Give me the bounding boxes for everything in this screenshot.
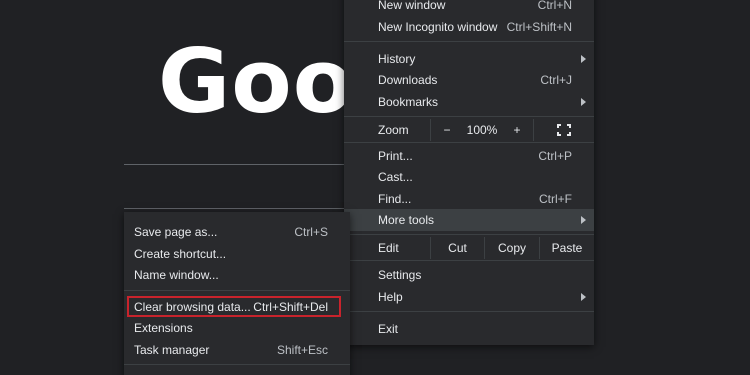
menu-item-label: Name window... xyxy=(134,267,219,282)
submenu-item-create-shortcut[interactable]: Create shortcut... xyxy=(124,243,350,264)
zoom-level: 100% xyxy=(466,123,498,137)
menu-separator xyxy=(344,116,594,117)
menu-item-history[interactable]: History xyxy=(344,48,594,69)
menu-item-label: Cast... xyxy=(378,169,413,184)
menu-item-label: Print... xyxy=(378,148,413,163)
menu-item-more-tools[interactable]: More tools xyxy=(344,209,594,231)
menu-item-label: Extensions xyxy=(134,320,193,335)
menu-item-label: New Incognito window xyxy=(378,19,498,34)
divider xyxy=(124,208,354,209)
menu-item-new-incognito-window[interactable]: New Incognito window Ctrl+Shift+N xyxy=(344,16,594,37)
submenu-item-task-manager[interactable]: Task manager Shift+Esc xyxy=(124,339,350,360)
submenu-item-name-window[interactable]: Name window... xyxy=(124,264,350,285)
zoom-out-button[interactable]: − xyxy=(431,118,463,142)
menu-item-new-window[interactable]: New window Ctrl+N xyxy=(344,0,594,15)
menu-separator xyxy=(344,311,594,312)
menu-item-label: Find... xyxy=(378,191,412,206)
menu-item-print[interactable]: Print... Ctrl+P xyxy=(344,145,594,166)
edit-row: Edit Cut Copy Paste xyxy=(344,236,594,260)
menu-item-shortcut: Ctrl+J xyxy=(540,72,572,87)
menu-item-label: Clear browsing data... xyxy=(134,299,251,314)
zoom-label: Zoom xyxy=(378,123,409,137)
copy-button[interactable]: Copy xyxy=(485,236,539,260)
menu-item-label: Task manager xyxy=(134,342,210,357)
menu-item-find[interactable]: Find... Ctrl+F xyxy=(344,188,594,209)
menu-item-label: Downloads xyxy=(378,72,438,87)
menu-item-exit[interactable]: Exit xyxy=(344,318,594,339)
menu-separator xyxy=(124,290,350,291)
menu-item-label: Help xyxy=(378,289,403,304)
paste-button[interactable]: Paste xyxy=(540,236,594,260)
edit-label: Edit xyxy=(378,241,399,255)
submenu-item-extensions[interactable]: Extensions xyxy=(124,317,350,338)
menu-item-label: Create shortcut... xyxy=(134,246,227,261)
menu-item-shortcut: Ctrl+N xyxy=(537,0,572,12)
menu-item-downloads[interactable]: Downloads Ctrl+J xyxy=(344,69,594,90)
zoom-in-button[interactable]: + xyxy=(501,118,533,142)
menu-separator xyxy=(344,260,594,261)
menu-item-cast[interactable]: Cast... xyxy=(344,166,594,187)
menu-item-shortcut: Ctrl+Shift+Del xyxy=(253,299,328,314)
menu-item-label: Bookmarks xyxy=(378,94,439,109)
menu-item-shortcut: Ctrl+F xyxy=(539,191,572,206)
menu-separator xyxy=(344,142,594,143)
zoom-row: Zoom − 100% + xyxy=(344,118,594,142)
chevron-right-icon xyxy=(581,216,586,224)
menu-item-bookmarks[interactable]: Bookmarks xyxy=(344,91,594,112)
fullscreen-icon xyxy=(557,124,571,136)
menu-item-shortcut: Ctrl+S xyxy=(294,224,328,239)
more-tools-submenu: Save page as... Ctrl+S Create shortcut..… xyxy=(124,212,350,375)
menu-item-shortcut: Ctrl+Shift+N xyxy=(506,19,572,34)
menu-item-shortcut: Shift+Esc xyxy=(276,342,328,357)
menu-item-label: History xyxy=(378,51,416,66)
menu-separator xyxy=(344,234,594,235)
chevron-right-icon xyxy=(581,55,586,63)
menu-item-settings[interactable]: Settings xyxy=(344,264,594,285)
menu-item-label: Settings xyxy=(378,267,422,282)
fullscreen-button[interactable] xyxy=(534,118,594,142)
cut-button[interactable]: Cut xyxy=(431,236,484,260)
chrome-main-menu: New window Ctrl+N New Incognito window C… xyxy=(344,0,594,345)
menu-item-label: More tools xyxy=(378,213,435,227)
chevron-right-icon xyxy=(581,98,586,106)
chevron-right-icon xyxy=(581,293,586,301)
menu-item-help[interactable]: Help xyxy=(344,286,594,307)
menu-separator xyxy=(124,364,350,365)
divider xyxy=(124,164,354,165)
menu-item-label: New window xyxy=(378,0,446,12)
menu-item-label: Exit xyxy=(378,321,399,336)
menu-item-label: Save page as... xyxy=(134,224,218,239)
menu-separator xyxy=(344,41,594,42)
submenu-item-clear-browsing-data[interactable]: Clear browsing data... Ctrl+Shift+Del xyxy=(124,296,350,317)
submenu-item-save-page[interactable]: Save page as... Ctrl+S xyxy=(124,221,350,242)
menu-item-shortcut: Ctrl+P xyxy=(538,148,572,163)
